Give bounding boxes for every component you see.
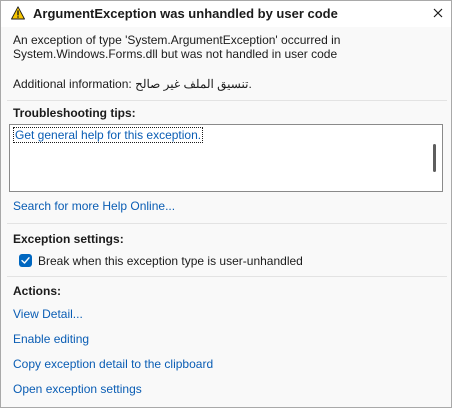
additional-information: Additional information: تنسيق الملف غير … — [13, 77, 252, 91]
title-bar: ArgumentException was unhandled by user … — [1, 1, 451, 27]
divider — [7, 223, 447, 224]
break-on-exception-checkbox[interactable] — [19, 254, 32, 267]
troubleshooting-heading: Troubleshooting tips: — [13, 106, 136, 120]
copy-exception-detail-link[interactable]: Copy exception detail to the clipboard — [13, 357, 213, 371]
view-detail-link[interactable]: View Detail... — [13, 307, 83, 321]
exception-dialog: ArgumentException was unhandled by user … — [0, 0, 452, 408]
dialog-title: ArgumentException was unhandled by user … — [33, 6, 338, 21]
exception-settings-heading: Exception settings: — [13, 232, 124, 246]
break-on-exception-label[interactable]: Break when this exception type is user-u… — [38, 254, 303, 268]
checkmark-icon — [21, 257, 30, 264]
general-help-link[interactable]: Get general help for this exception. — [13, 127, 204, 143]
divider — [7, 100, 447, 101]
warning-icon — [11, 6, 25, 20]
close-button[interactable] — [429, 4, 447, 22]
exception-message: An exception of type 'System.ArgumentExc… — [13, 33, 341, 61]
troubleshooting-tips-list[interactable]: Get general help for this exception. — [9, 124, 443, 192]
search-help-online-link[interactable]: Search for more Help Online... — [13, 199, 175, 213]
actions-heading: Actions: — [13, 284, 61, 298]
tips-scrollbar[interactable] — [433, 144, 436, 172]
divider — [7, 276, 447, 277]
open-exception-settings-link[interactable]: Open exception settings — [13, 382, 142, 396]
close-icon — [433, 8, 443, 18]
enable-editing-link[interactable]: Enable editing — [13, 332, 89, 346]
